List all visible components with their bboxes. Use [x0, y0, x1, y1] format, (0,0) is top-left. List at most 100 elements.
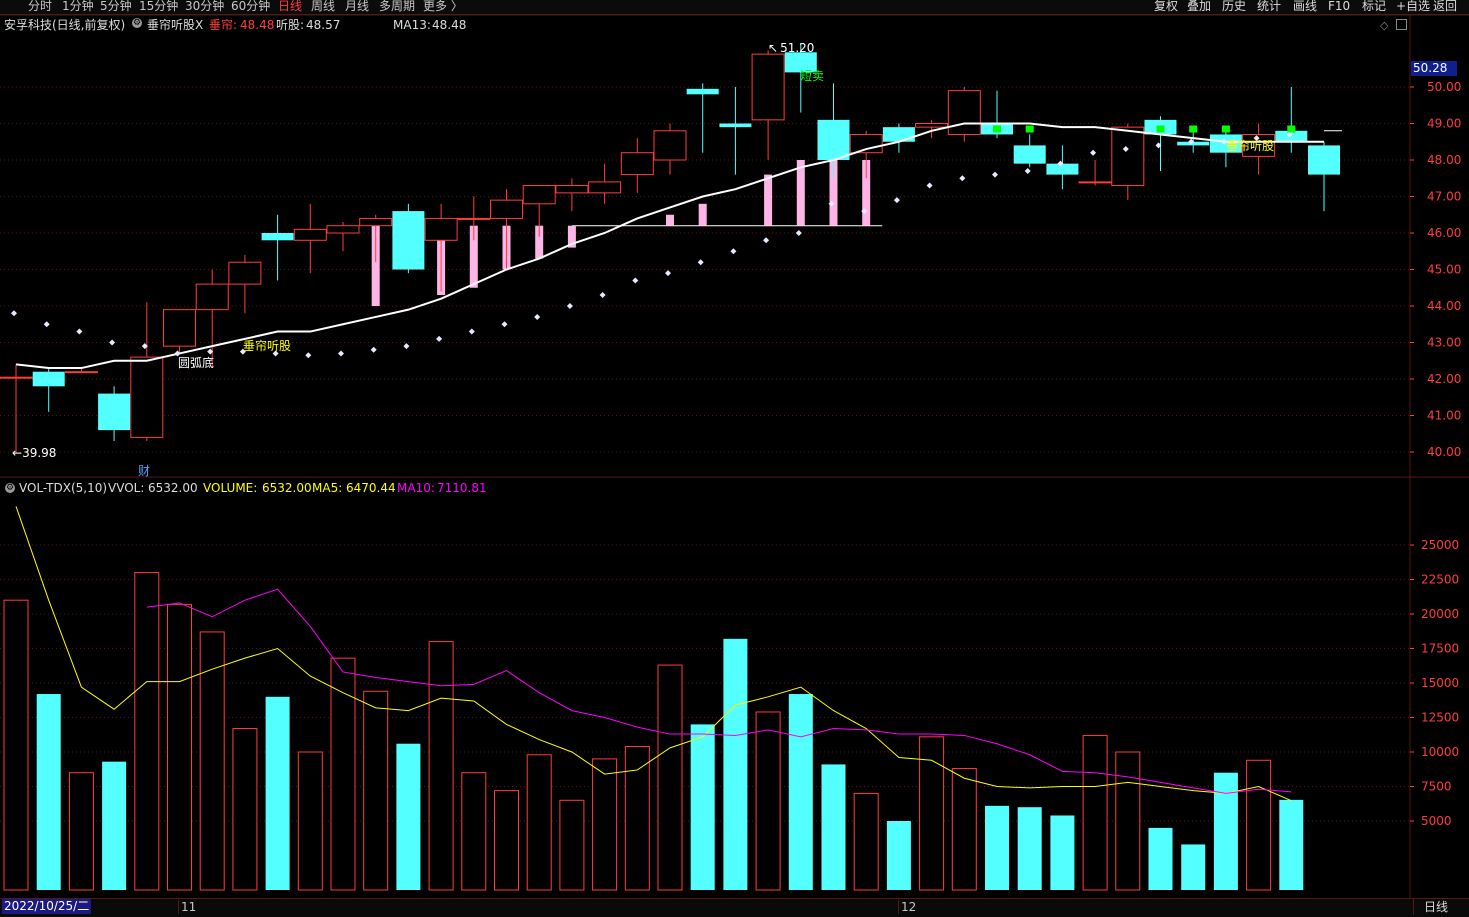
candle-body-up — [457, 217, 491, 220]
candle-body-up — [490, 199, 523, 219]
candle-body-up — [163, 309, 196, 347]
volume-bar-down — [821, 764, 846, 890]
candle-body-up — [1078, 181, 1112, 184]
candle-body-down — [719, 123, 752, 128]
volume-bar-up — [461, 772, 487, 891]
sar-dot — [763, 237, 770, 244]
volume-tick-label: 5000 — [1421, 814, 1452, 828]
candle-body-down — [98, 393, 131, 431]
candle-body-up — [522, 185, 556, 205]
volume-bar-up — [951, 768, 977, 891]
volume-bar-up — [657, 664, 683, 891]
volume-bar-up — [68, 772, 94, 891]
volume-tick-label: 15000 — [1421, 676, 1459, 690]
month-label-dec: 12 — [898, 900, 916, 914]
low-price-label: ←39.98 — [12, 446, 56, 460]
volume-bar-up — [199, 631, 225, 891]
candlestick-series — [0, 43, 1340, 453]
volume-bar-up — [1246, 759, 1272, 891]
candle-body-up — [751, 53, 785, 121]
candle-body-down — [1308, 145, 1340, 175]
current-price-box: 50.28 — [1411, 61, 1457, 76]
green-mark — [993, 125, 1001, 133]
volume-bar-down — [396, 743, 421, 890]
green-mark — [1156, 125, 1165, 133]
volume-tick-label: 20000 — [1421, 607, 1459, 621]
volume-bar-up — [494, 790, 519, 891]
price-tick-label: 46.00 — [1427, 226, 1461, 240]
volume-bar-down — [1181, 844, 1206, 890]
volume-bar-down — [886, 821, 911, 890]
volume-bar-down — [1213, 772, 1238, 890]
signal-label-right: 垂帘听股 — [1226, 138, 1274, 153]
price-tick-label: 47.00 — [1427, 190, 1461, 204]
volume-bar-up — [624, 745, 650, 891]
sar-dot — [370, 346, 377, 353]
volume-bar-up — [853, 792, 879, 891]
candle-body-up — [64, 371, 98, 374]
volume-bars — [3, 572, 1304, 891]
price-tick-label: 40.00 — [1427, 445, 1461, 459]
candle-body-up — [653, 130, 687, 161]
sar-dot — [730, 248, 737, 255]
sar-dot — [501, 321, 508, 328]
volume-tick-label: 7500 — [1421, 780, 1452, 794]
candle-body-down — [817, 119, 850, 160]
price-tick-label: 50.00 — [1427, 80, 1461, 94]
high-price-label: ↖ 51.20 — [768, 41, 814, 55]
green-mark — [1025, 125, 1034, 133]
sar-dot — [436, 335, 443, 342]
sar-dot — [534, 313, 541, 320]
volume-bar-up — [1082, 734, 1108, 891]
sar-dot — [403, 343, 410, 350]
sar-dot — [926, 182, 933, 189]
sar-dot — [338, 350, 344, 357]
volume-bar-down — [690, 724, 715, 890]
candle-body-up — [947, 90, 981, 135]
finance-marker[interactable]: 财 — [138, 464, 150, 478]
candle-body-up — [293, 228, 327, 241]
candle-body-down — [261, 233, 294, 241]
volume-tick-label: 25000 — [1421, 538, 1459, 552]
price-tick-label: 43.00 — [1427, 336, 1461, 350]
sar-dot — [992, 171, 998, 178]
sar-dot — [468, 328, 475, 335]
volume-bar-down — [723, 638, 748, 890]
sar-dot — [959, 175, 966, 182]
volume-axis: 25000 22500 20000 17500 15000 12500 10000 7500 5… — [1410, 538, 1459, 828]
candle-body-up — [915, 123, 949, 128]
sar-dot — [11, 310, 17, 317]
candle-body-up — [359, 217, 393, 227]
volume-bar-up — [363, 690, 389, 891]
candle-body-down — [32, 371, 65, 387]
candle-body-up — [130, 356, 164, 438]
volume-bar-up — [755, 711, 781, 891]
time-axis-bar — [0, 898, 1469, 917]
price-tick-label: 44.00 — [1427, 299, 1461, 313]
volume-bar-down — [36, 694, 61, 890]
month-label-nov: 11 — [178, 900, 196, 914]
green-mark — [1287, 125, 1296, 133]
volume-bar-down — [788, 694, 813, 890]
volume-bar-down — [1017, 807, 1042, 890]
period-selector-button[interactable]: 日线 — [1413, 899, 1469, 915]
volume-bar-down — [1148, 827, 1173, 890]
candle-body-up — [424, 217, 458, 241]
start-date-label: 2022/10/25/二 — [2, 899, 92, 914]
kline-chart[interactable]: 50.00 49.00 48.00 47.00 46.00 45.00 44.00 43.00… — [0, 0, 1469, 916]
volume-bar-up — [3, 599, 29, 891]
pink-bar — [698, 203, 707, 226]
volume-bar-up — [559, 799, 585, 891]
sar-dot — [1024, 167, 1031, 174]
sar-dot — [76, 328, 83, 335]
candle-body-up — [555, 185, 589, 194]
volume-tick-label: 10000 — [1421, 745, 1459, 759]
green-mark — [1189, 125, 1198, 133]
pink-bar — [764, 174, 773, 226]
volume-bar-down — [265, 696, 290, 890]
sar-dot — [632, 277, 639, 284]
price-tick-label: 48.00 — [1427, 153, 1461, 167]
volume-bar-up — [167, 603, 192, 891]
volume-tick-label: 12500 — [1421, 711, 1459, 725]
volume-bar-up — [134, 572, 160, 891]
